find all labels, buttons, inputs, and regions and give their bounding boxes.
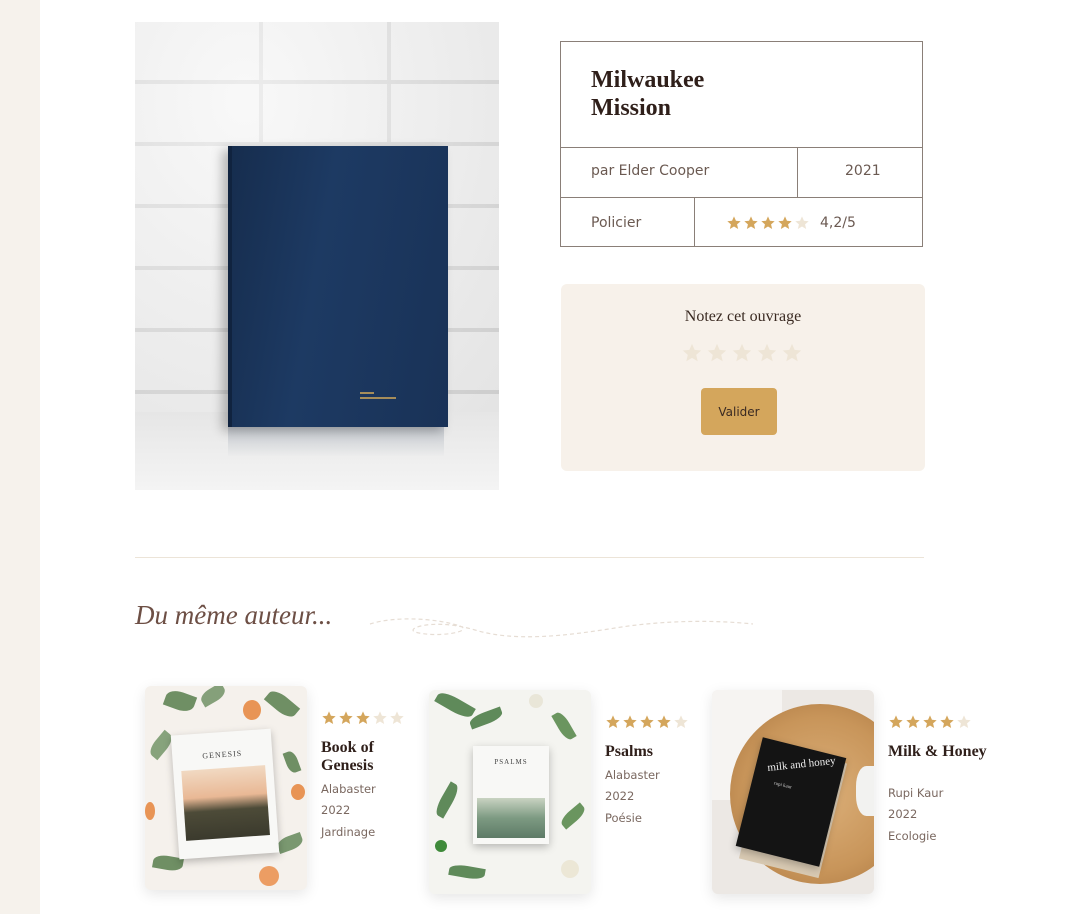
related-book-rating-stars (321, 710, 405, 726)
related-book-rating-stars (605, 714, 689, 730)
rate-star-icon[interactable] (706, 342, 728, 364)
book-rating-stars (726, 215, 810, 231)
cover-label: PSALMS (494, 758, 528, 766)
related-book-cover[interactable]: milk and honey rupi kaur (712, 690, 874, 894)
validate-button[interactable]: Valider (701, 388, 777, 435)
page: Milwaukee Mission par Elder Cooper 2021 … (40, 0, 1081, 914)
book-genre: Policier (591, 215, 642, 231)
related-book-title[interactable]: Book of Genesis (321, 739, 421, 775)
book-reflection (228, 427, 444, 457)
related-book-genre: Ecologie (888, 829, 937, 843)
book-cover-photo (135, 22, 499, 490)
book-cover-gilt-text (360, 389, 396, 399)
divider (797, 147, 798, 197)
related-book-year: 2022 (888, 807, 918, 821)
divider (561, 197, 922, 198)
book-cover (228, 146, 448, 427)
rate-star-picker[interactable] (681, 342, 803, 364)
related-book-author: Rupi Kaur (888, 786, 944, 800)
star-icon (726, 215, 742, 231)
related-book-title[interactable]: Milk & Honey (888, 743, 988, 761)
book-rating-value: 4,2/5 (820, 215, 856, 231)
star-icon (389, 710, 405, 726)
related-book-card[interactable]: milk and honey rupi kaur Milk & Honey Ru… (712, 690, 992, 900)
star-icon (321, 710, 337, 726)
star-icon (355, 710, 371, 726)
decorative-swirl-icon (369, 618, 754, 638)
book-author: par Elder Cooper (591, 163, 710, 179)
related-book-cover[interactable]: GENESIS (145, 686, 307, 890)
related-book-genre: Poésie (605, 811, 642, 825)
related-book-card[interactable]: PSALMS Psalms Alabaster 2022 Poésie (429, 690, 709, 900)
cover-author-label: rupi kaur (773, 781, 793, 791)
related-book-cover[interactable]: PSALMS (429, 690, 591, 894)
star-icon (372, 710, 388, 726)
related-book-card[interactable]: GENESIS Book of Genesis Alabaster 2022 J… (145, 686, 425, 896)
divider (561, 147, 922, 148)
star-icon (922, 714, 938, 730)
rate-star-icon[interactable] (781, 342, 803, 364)
cover-label: GENESIS (202, 748, 243, 761)
star-icon (639, 714, 655, 730)
related-book-genre: Jardinage (321, 825, 376, 839)
book-year: 2021 (845, 163, 881, 179)
related-book-author: Alabaster (605, 768, 660, 782)
star-icon (956, 714, 972, 730)
star-icon (605, 714, 621, 730)
related-book-title[interactable]: Psalms (605, 743, 705, 761)
rate-panel: Notez cet ouvrage Valider (561, 284, 925, 471)
star-icon (743, 215, 759, 231)
rate-star-icon[interactable] (681, 342, 703, 364)
related-book-year: 2022 (605, 789, 635, 803)
related-book-rating-stars (888, 714, 972, 730)
star-icon (794, 215, 810, 231)
star-icon (673, 714, 689, 730)
divider (694, 197, 695, 247)
star-icon (622, 714, 638, 730)
section-title: Du même auteur... (135, 600, 333, 630)
star-icon (656, 714, 672, 730)
star-icon (905, 714, 921, 730)
star-icon (939, 714, 955, 730)
rate-star-icon[interactable] (731, 342, 753, 364)
star-icon (760, 215, 776, 231)
book-info-table: Milwaukee Mission par Elder Cooper 2021 … (560, 41, 923, 247)
star-icon (888, 714, 904, 730)
section-divider (135, 557, 924, 558)
related-book-author: Alabaster (321, 782, 376, 796)
star-icon (777, 215, 793, 231)
rate-title: Notez cet ouvrage (684, 308, 802, 325)
star-icon (338, 710, 354, 726)
cover-label: milk and honey (766, 754, 837, 774)
book-title: Milwaukee Mission (591, 67, 705, 121)
rate-star-icon[interactable] (756, 342, 778, 364)
related-book-year: 2022 (321, 803, 351, 817)
